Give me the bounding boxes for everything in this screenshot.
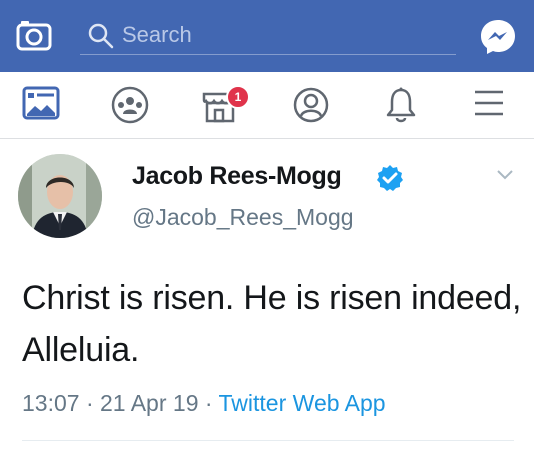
tweet-date[interactable]: 21 Apr 19 bbox=[100, 390, 198, 416]
facebook-nav-bar: 1 bbox=[0, 72, 534, 139]
meta-separator: · bbox=[85, 390, 94, 416]
messenger-icon[interactable] bbox=[478, 17, 518, 57]
username-handle[interactable]: @Jacob_Rees_Mogg bbox=[132, 204, 354, 231]
tweet-text: Christ is risen. He is risen indeed, All… bbox=[22, 279, 522, 369]
verified-badge-icon bbox=[376, 164, 404, 197]
meta-separator: · bbox=[204, 390, 213, 416]
display-name[interactable]: Jacob Rees-Mogg bbox=[132, 162, 342, 191]
menu-icon[interactable] bbox=[472, 86, 506, 125]
avatar[interactable] bbox=[18, 154, 102, 238]
notifications-icon[interactable] bbox=[384, 86, 418, 129]
divider bbox=[22, 440, 514, 441]
tweet-source-link[interactable]: Twitter Web App bbox=[219, 390, 386, 416]
facebook-top-bar bbox=[0, 0, 534, 72]
tweet-meta: 13:07 · 21 Apr 19 · Twitter Web App bbox=[22, 390, 386, 417]
profile-icon[interactable] bbox=[292, 86, 330, 129]
search-icon bbox=[88, 23, 114, 49]
groups-icon[interactable] bbox=[110, 86, 150, 129]
news-feed-icon[interactable] bbox=[22, 86, 60, 125]
tweet-card: Jacob Rees-Mogg @Jacob_Rees_Mogg Christ … bbox=[0, 138, 534, 462]
tweet-time[interactable]: 13:07 bbox=[22, 390, 80, 416]
camera-icon[interactable] bbox=[16, 19, 52, 51]
search-bar[interactable] bbox=[80, 16, 456, 55]
search-input[interactable] bbox=[120, 20, 444, 50]
chevron-down-icon[interactable] bbox=[496, 168, 514, 186]
marketplace-badge: 1 bbox=[226, 85, 250, 109]
